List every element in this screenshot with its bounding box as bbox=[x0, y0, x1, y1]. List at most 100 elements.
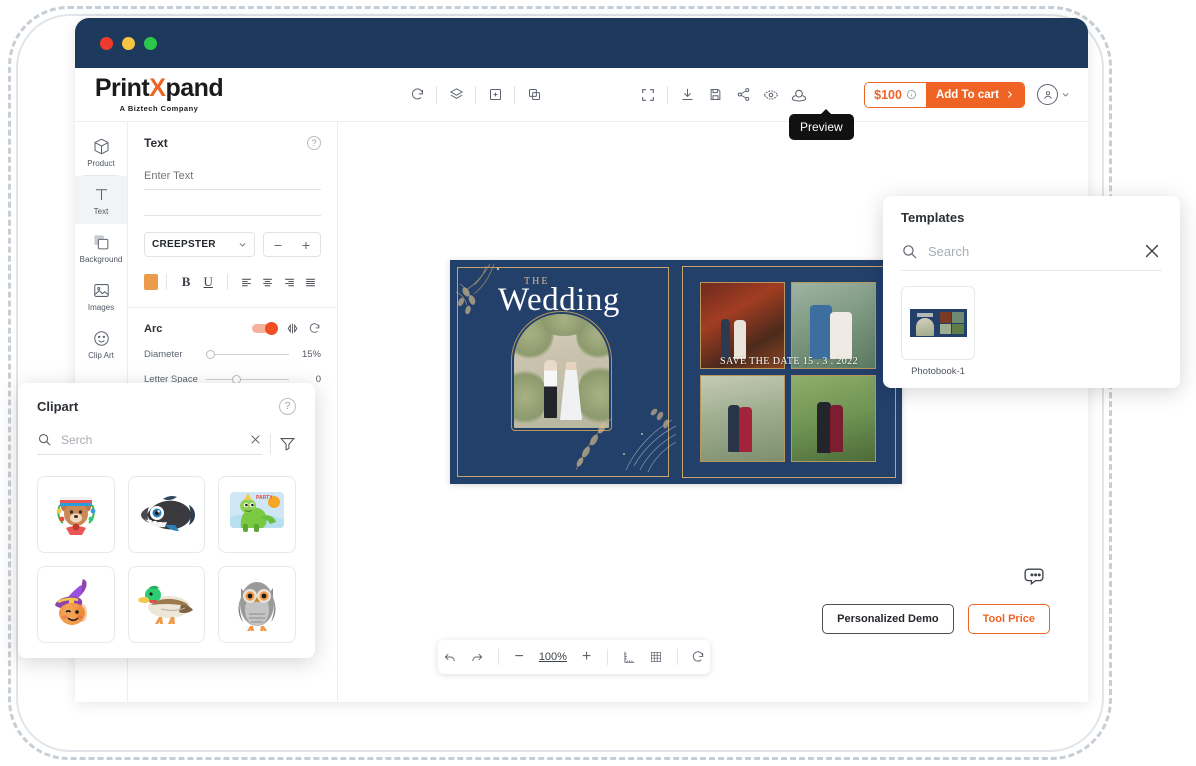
share-icon[interactable] bbox=[729, 81, 757, 109]
letter-space-slider[interactable] bbox=[206, 375, 289, 384]
fullscreen-icon[interactable] bbox=[634, 81, 662, 109]
window-titlebar bbox=[75, 18, 1088, 68]
canvas-reset-icon[interactable] bbox=[687, 645, 710, 669]
add-object-icon[interactable] bbox=[481, 81, 509, 109]
clipart-item-piranha-fish[interactable] bbox=[127, 476, 206, 553]
save-icon[interactable] bbox=[701, 81, 729, 109]
filter-icon[interactable] bbox=[279, 435, 296, 452]
clipart-item-owl[interactable] bbox=[218, 566, 296, 643]
template-label: Photobook-1 bbox=[911, 366, 965, 377]
font-size-decrease-button[interactable]: − bbox=[271, 237, 285, 253]
toolbar-divider bbox=[475, 85, 476, 104]
tool-price-button[interactable]: Tool Price bbox=[967, 604, 1050, 634]
toolbar-divider bbox=[514, 85, 515, 104]
template-card-photobook-1[interactable]: Photobook-1 bbox=[901, 286, 975, 377]
align-right-button[interactable] bbox=[279, 276, 300, 289]
templates-search-input[interactable]: Search bbox=[928, 244, 1132, 259]
diameter-slider[interactable] bbox=[206, 350, 289, 359]
ruler-icon[interactable] bbox=[617, 645, 640, 669]
flip-icon[interactable] bbox=[286, 322, 299, 335]
layers-icon[interactable] bbox=[442, 81, 470, 109]
pumpkin-witch-hat-clipart bbox=[54, 578, 87, 625]
clipart-item-bear-with-scarf[interactable] bbox=[37, 476, 115, 553]
search-icon bbox=[901, 243, 918, 260]
zoom-out-button[interactable]: − bbox=[508, 645, 531, 669]
clipart-item-pumpkin-witch-hat[interactable] bbox=[37, 566, 115, 643]
download-icon[interactable] bbox=[673, 81, 701, 109]
design-photo[interactable] bbox=[700, 375, 785, 462]
diameter-value: 15% bbox=[301, 349, 321, 360]
design-left-page[interactable]: THE Wedding bbox=[450, 260, 676, 484]
text-panel-title: Text bbox=[144, 136, 168, 150]
diameter-slider-knob[interactable] bbox=[206, 350, 215, 359]
add-to-cart-button[interactable]: Add To cart bbox=[925, 82, 1024, 107]
clipart-search-input[interactable]: Serch bbox=[61, 433, 240, 447]
clipart-search-row: Serch bbox=[37, 432, 296, 455]
arc-toggle[interactable] bbox=[252, 322, 278, 335]
align-center-button[interactable] bbox=[257, 276, 278, 289]
groom-figure bbox=[544, 360, 557, 418]
personalized-demo-button[interactable]: Personalized Demo bbox=[822, 604, 954, 634]
clipart-item-mallard-duck[interactable] bbox=[127, 566, 206, 643]
svg-text:PARTY: PARTY bbox=[256, 495, 273, 501]
price-display: $100 bbox=[865, 82, 926, 107]
help-icon[interactable]: ? bbox=[307, 136, 321, 150]
templates-close-icon[interactable] bbox=[1142, 241, 1162, 261]
three-d-view-icon[interactable] bbox=[785, 81, 813, 109]
window-close-button[interactable] bbox=[100, 36, 113, 50]
sidebar-item-background[interactable]: Background bbox=[75, 224, 127, 272]
font-size-stepper: − + bbox=[263, 232, 321, 257]
zoom-in-button[interactable]: + bbox=[575, 645, 598, 669]
user-menu[interactable] bbox=[1037, 84, 1070, 105]
sidebar-label-clip-art: Clip Art bbox=[88, 350, 114, 360]
app-logo[interactable]: PrintXpand A Biztech Company bbox=[75, 76, 233, 114]
template-thumbnail bbox=[901, 286, 975, 360]
chat-bubble-icon[interactable] bbox=[1021, 565, 1046, 590]
sidebar-item-clip-art[interactable]: Clip Art bbox=[75, 320, 127, 368]
clipart-grid: PARTY bbox=[37, 476, 296, 643]
text-color-swatch[interactable] bbox=[144, 274, 159, 290]
design-spread[interactable]: THE Wedding SAVE THE DATE 15 . 3 . 2022 bbox=[450, 260, 902, 484]
template-preview-image bbox=[909, 309, 967, 337]
underline-button[interactable]: U bbox=[197, 273, 219, 291]
grid-icon[interactable] bbox=[644, 645, 667, 669]
redo-icon[interactable] bbox=[465, 645, 488, 669]
sidebar-item-images[interactable]: Images bbox=[75, 272, 127, 320]
clipart-panel: Clipart ? Serch PARTY bbox=[18, 383, 315, 658]
reset-icon[interactable] bbox=[403, 81, 431, 109]
panel-divider bbox=[128, 307, 337, 308]
clipart-clear-icon[interactable] bbox=[249, 433, 262, 446]
bold-button[interactable]: B bbox=[175, 273, 197, 291]
text-area[interactable] bbox=[144, 190, 321, 216]
font-controls-row: CREEPSTER − + bbox=[144, 232, 321, 257]
window-minimize-button[interactable] bbox=[122, 36, 135, 50]
clipart-item-green-dinosaur[interactable]: PARTY bbox=[218, 476, 296, 553]
text-input[interactable] bbox=[144, 167, 321, 190]
text-t-icon bbox=[92, 185, 111, 204]
chevron-down-icon bbox=[239, 243, 246, 247]
bear-with-scarf-clipart bbox=[56, 496, 96, 535]
search-icon bbox=[37, 432, 52, 447]
preview-eye-icon[interactable] bbox=[757, 81, 785, 109]
align-left-button[interactable] bbox=[236, 276, 257, 289]
info-icon[interactable] bbox=[906, 89, 917, 100]
preview-tooltip: Preview bbox=[789, 109, 854, 140]
sidebar-item-text[interactable]: Text bbox=[75, 176, 127, 224]
align-justify-button[interactable] bbox=[300, 276, 321, 289]
canvas-bottom-toolbar: − 100% + bbox=[438, 640, 710, 674]
font-family-select[interactable]: CREEPSTER bbox=[144, 232, 255, 257]
undo-icon[interactable] bbox=[438, 645, 461, 669]
help-icon[interactable]: ? bbox=[279, 398, 296, 415]
duplicate-icon[interactable] bbox=[520, 81, 548, 109]
window-maximize-button[interactable] bbox=[144, 36, 157, 50]
zoom-level-value[interactable]: 100% bbox=[535, 651, 571, 663]
templates-search-row: Search bbox=[901, 241, 1162, 271]
clipart-search-field[interactable]: Serch bbox=[37, 432, 262, 455]
font-size-increase-button[interactable]: + bbox=[299, 237, 313, 253]
design-save-the-date-text: SAVE THE DATE 15 . 3 . 2022 bbox=[720, 356, 858, 367]
sidebar-item-product[interactable]: Product bbox=[75, 128, 127, 176]
background-icon bbox=[92, 233, 111, 252]
design-right-page[interactable]: SAVE THE DATE 15 . 3 . 2022 bbox=[676, 260, 902, 484]
arc-reset-icon[interactable] bbox=[308, 322, 321, 335]
design-photo[interactable] bbox=[791, 375, 876, 462]
